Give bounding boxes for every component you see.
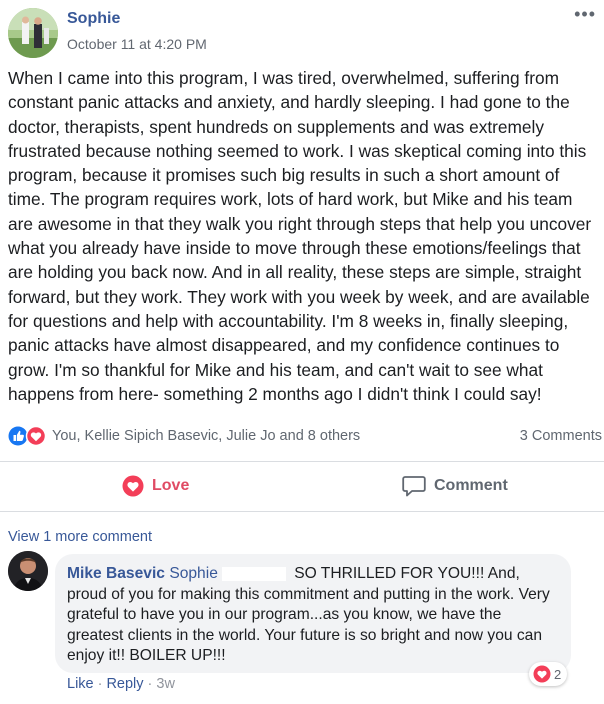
post-body-text: When I came into this program, I was tir… <box>8 68 592 404</box>
reaction-names[interactable]: You, Kellie Sipich Basevic, Julie Jo and… <box>52 428 360 444</box>
redacted-area <box>221 566 286 581</box>
reactions-summary[interactable]: You, Kellie Sipich Basevic, Julie Jo and… <box>8 424 602 448</box>
comment-timestamp[interactable]: 3w <box>156 676 175 692</box>
comment-reply-link[interactable]: Reply <box>106 676 143 692</box>
comments-count-link[interactable]: 3 Comments <box>520 428 602 444</box>
comment-icon <box>402 476 426 497</box>
post-header: Sophie October 11 at 4:20 PM ••• <box>0 0 604 66</box>
more-options-icon[interactable]: ••• <box>574 4 596 25</box>
love-reaction-icon <box>122 475 144 497</box>
view-more-comments-link[interactable]: View 1 more comment <box>8 529 152 545</box>
comment-like-link[interactable]: Like <box>67 676 94 692</box>
comment-button-label: Comment <box>434 477 508 494</box>
love-icon <box>25 425 47 447</box>
like-icon <box>8 426 28 446</box>
comment-text: Mike Basevic Sophie SO THRILLED FOR YOU!… <box>67 564 561 667</box>
reaction-icons <box>8 425 48 447</box>
comment-bubble: Mike Basevic Sophie SO THRILLED FOR YOU!… <box>55 554 571 673</box>
comment-button[interactable]: Comment <box>402 462 508 510</box>
comment-actions: Like · Reply · 3w <box>67 676 175 692</box>
love-button-label: Love <box>152 477 190 494</box>
commenter-name[interactable]: Mike Basevic <box>67 565 165 582</box>
separator-dot: · <box>147 676 153 692</box>
comment-reaction-count: 2 <box>554 666 562 682</box>
author-avatar[interactable] <box>8 8 58 58</box>
comment-mention[interactable]: Sophie <box>169 565 218 582</box>
post-timestamp[interactable]: October 11 at 4:20 PM <box>67 36 207 52</box>
divider <box>0 511 604 512</box>
love-button[interactable]: Love <box>122 462 189 510</box>
separator-dot: · <box>97 676 103 692</box>
commenter-avatar[interactable] <box>8 551 48 591</box>
love-icon <box>533 665 551 683</box>
post-author-name[interactable]: Sophie <box>67 10 120 28</box>
comment-reaction-badge[interactable]: 2 <box>529 662 568 686</box>
divider <box>0 461 604 462</box>
